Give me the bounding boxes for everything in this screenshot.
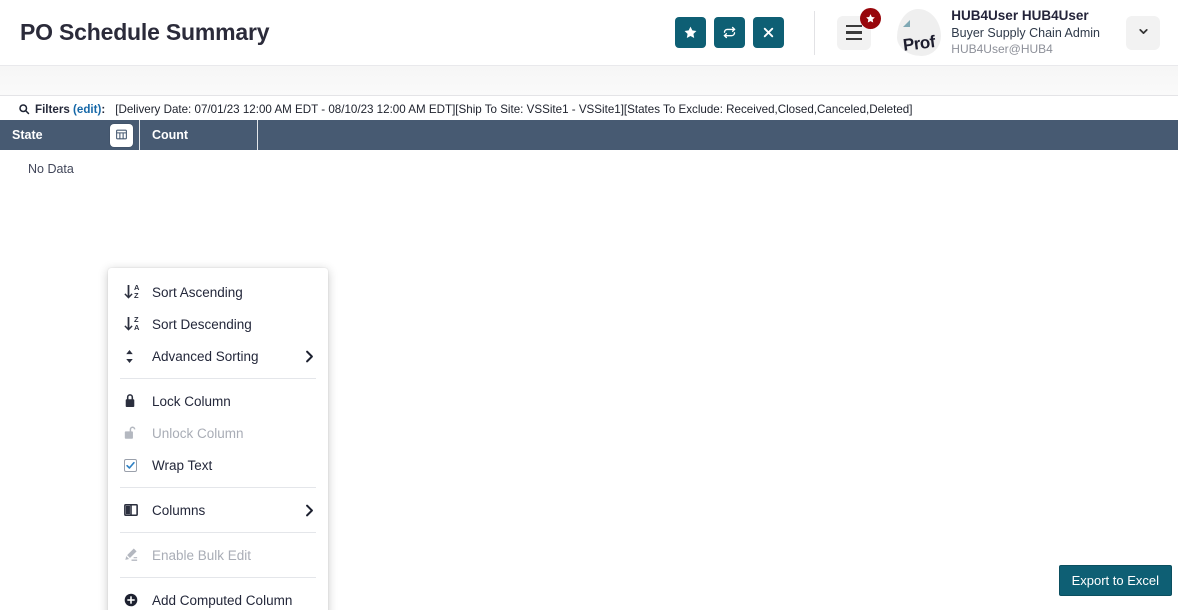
chevron-right-icon	[305, 350, 314, 363]
menu-separator	[120, 532, 316, 533]
grid-column-header-state-label: State	[12, 128, 43, 142]
notifications-menu-wrapper	[837, 7, 882, 50]
user-name: HUB4User HUB4User	[951, 8, 1089, 24]
menu-item-label: Add Computed Column	[152, 592, 293, 608]
export-to-excel-button[interactable]: Export to Excel	[1058, 565, 1172, 596]
sort-desc-icon: ZA	[124, 316, 146, 332]
menu-item-label: Sort Ascending	[152, 284, 243, 300]
lock-icon	[124, 394, 146, 408]
close-icon	[762, 26, 775, 39]
avatar[interactable]: Prof	[897, 9, 942, 56]
grid-header-filler	[258, 120, 1178, 150]
menu-item-label: Sort Descending	[152, 316, 252, 332]
no-data-cell: No Data	[28, 162, 74, 176]
menu-item-add-computed-column[interactable]: Add Computed Column	[108, 584, 328, 610]
hamburger-icon-bar	[846, 31, 863, 34]
menu-item-wrap-text[interactable]: Wrap Text	[108, 449, 328, 481]
broken-image-icon	[903, 20, 911, 27]
filter-bar: Filters (edit): [Delivery Date: 07/01/23…	[0, 98, 1178, 120]
avatar-alt-text: Prof	[902, 32, 937, 55]
favorite-button[interactable]	[675, 17, 707, 48]
menu-item-lock-column[interactable]: Lock Column	[108, 385, 328, 417]
column-menu-button[interactable]	[110, 124, 133, 147]
grid-body: No Data	[0, 150, 1178, 188]
columns-icon	[124, 503, 146, 517]
menu-item-label: Advanced Sorting	[152, 348, 259, 364]
chevron-down-icon	[1137, 25, 1150, 41]
chevron-right-icon	[305, 504, 314, 517]
table-row: No Data	[0, 150, 1178, 188]
data-grid: State Count No Data A Z Sort Ascending Z…	[0, 120, 1178, 610]
plus-circle-icon	[124, 593, 146, 607]
menu-item-advanced-sorting[interactable]: Advanced Sorting	[108, 340, 328, 372]
hamburger-icon-bar	[846, 37, 863, 41]
star-badge-icon	[860, 7, 882, 29]
checkbox-checked-icon	[124, 458, 146, 472]
refresh-icon	[722, 25, 737, 40]
sub-toolbar-band	[0, 65, 1178, 96]
grid-header-row: State Count	[0, 120, 1178, 150]
user-menu-button[interactable]	[1126, 15, 1160, 50]
menu-item-sort-ascending[interactable]: AZ Sort Ascending	[108, 276, 328, 308]
grid-column-header-count-label: Count	[152, 128, 189, 142]
grid-column-header-count[interactable]: Count	[140, 120, 258, 150]
user-role: Buyer Supply Chain Admin	[951, 26, 1100, 41]
user-email: HUB4User@HUB4	[951, 41, 1053, 56]
pencil-edit-icon	[124, 548, 146, 562]
user-info: HUB4User HUB4User Buyer Supply Chain Adm…	[951, 7, 1100, 57]
app-header: PO Schedule Summary Prof HUB4User HUB4Us…	[0, 0, 1178, 65]
header-action-buttons	[675, 17, 785, 48]
star-icon	[683, 25, 698, 40]
menu-separator	[120, 487, 316, 488]
filters-edit-link[interactable]: (edit)	[73, 103, 101, 116]
menu-item-unlock-column: Unlock Column	[108, 417, 328, 449]
filters-label: Filters	[35, 102, 70, 116]
sort-asc-icon: AZ	[124, 284, 146, 300]
menu-separator	[120, 577, 316, 578]
sort-updown-icon	[124, 349, 146, 363]
refresh-button[interactable]	[714, 17, 746, 48]
menu-item-sort-descending[interactable]: ZA Sort Descending	[108, 308, 328, 340]
header-right-group: Prof HUB4User HUB4User Buyer Supply Chai…	[675, 0, 1160, 65]
header-divider	[814, 10, 816, 55]
menu-item-enable-bulk-edit: Enable Bulk Edit	[108, 539, 328, 571]
column-context-menu: AZ Sort Ascending ZA Sort Descending Adv…	[108, 268, 328, 610]
grid-columns-icon	[115, 128, 128, 144]
menu-item-label: Unlock Column	[152, 425, 244, 441]
close-button[interactable]	[753, 17, 785, 48]
unlock-icon	[124, 426, 146, 440]
menu-item-label: Wrap Text	[152, 457, 213, 473]
page-title: PO Schedule Summary	[20, 19, 270, 45]
hamburger-icon-bar	[846, 24, 863, 28]
menu-item-label: Columns	[152, 502, 206, 518]
menu-item-columns[interactable]: Columns	[108, 494, 328, 526]
menu-item-label: Enable Bulk Edit	[152, 547, 252, 563]
menu-separator	[120, 378, 316, 379]
filters-colon: :	[101, 102, 106, 116]
search-icon	[18, 103, 30, 115]
filters-summary-text: [Delivery Date: 07/01/23 12:00 AM EDT - …	[115, 102, 913, 116]
menu-item-label: Lock Column	[152, 393, 231, 409]
